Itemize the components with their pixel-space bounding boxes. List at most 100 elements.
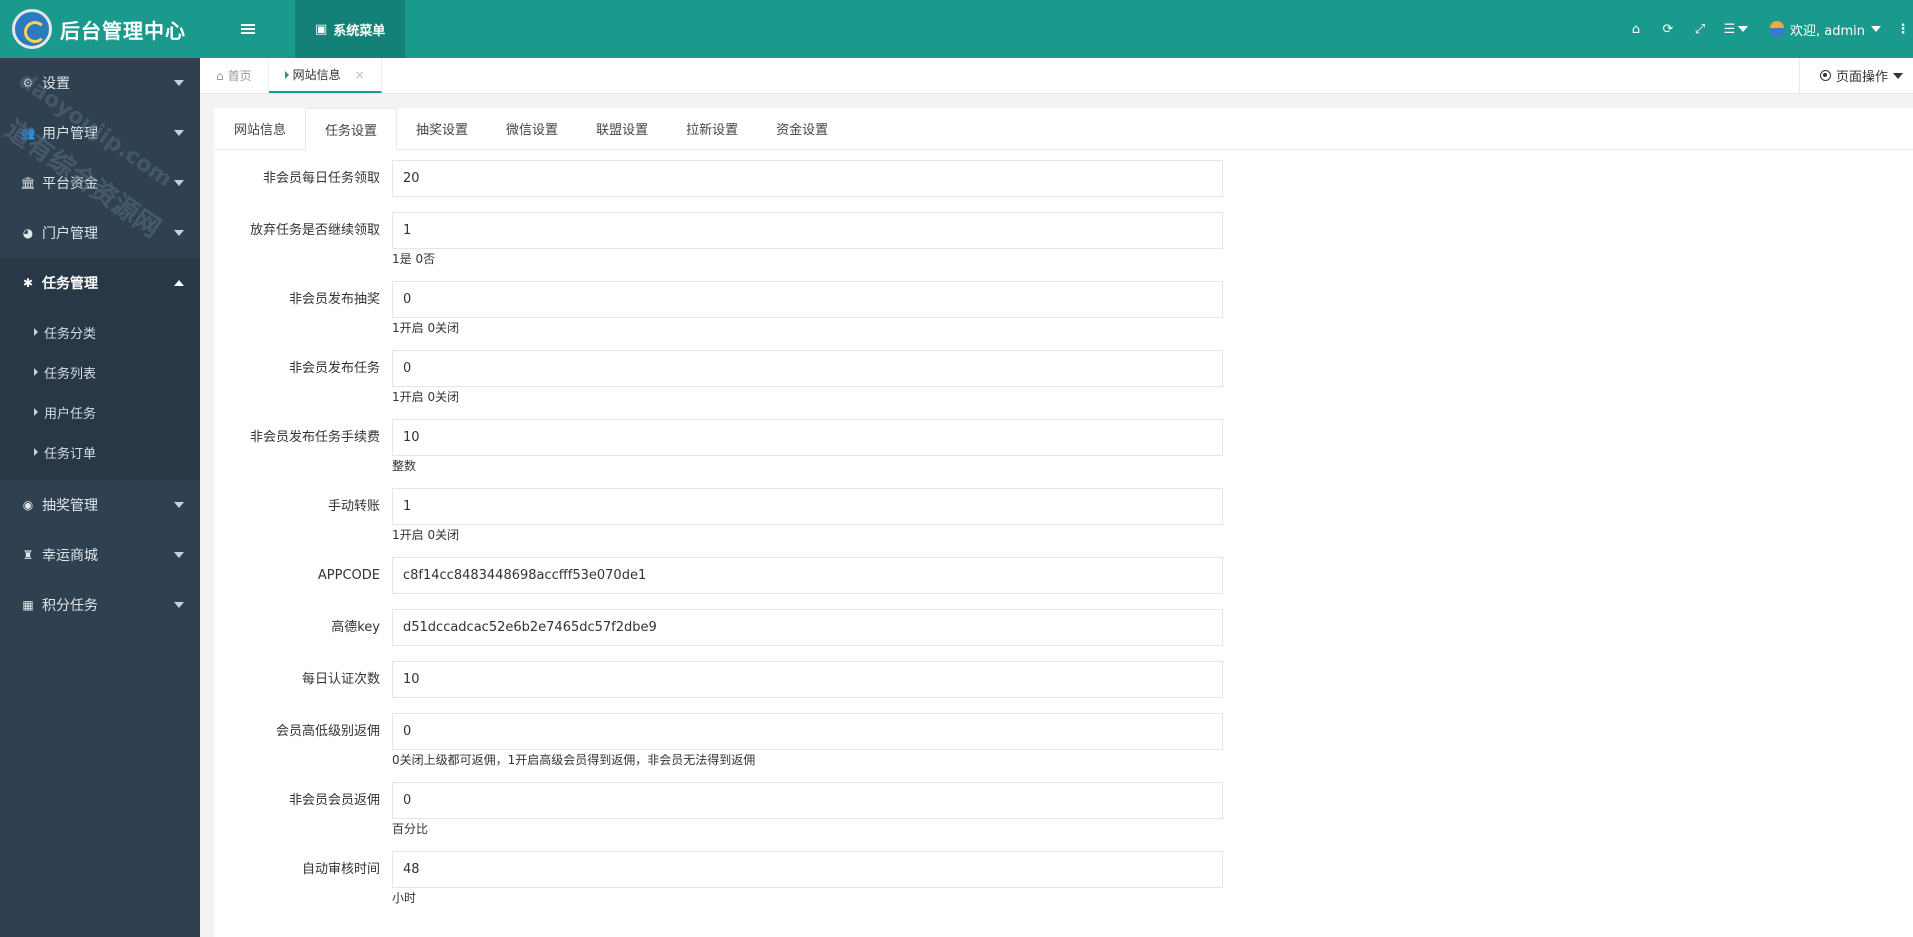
user-menu-button[interactable]: 欢迎, admin xyxy=(1756,20,1893,39)
sidebar-item-settings[interactable]: ⚙ 设置 xyxy=(0,58,200,108)
chevron-down-icon xyxy=(1871,26,1881,32)
page-tab-site-info[interactable]: 网站信息 × xyxy=(268,58,382,93)
more-vertical-icon[interactable]: ⋮ xyxy=(1893,22,1913,37)
nonmember-task-fee-input[interactable] xyxy=(392,419,1223,456)
sidebar-item-portal[interactable]: ◕ 门户管理 xyxy=(0,208,200,258)
field-label: 非会员发布任务手续费 xyxy=(249,430,380,445)
nonmember-daily-task-limit-input[interactable] xyxy=(392,160,1223,197)
contact-card-icon: ▣ xyxy=(315,21,328,37)
page-operations-label: 页面操作 xyxy=(1835,70,1888,85)
form-row: 每日认证次数 xyxy=(214,661,1913,698)
chevron-down-icon xyxy=(174,502,184,508)
home-icon[interactable]: ⌂ xyxy=(1620,22,1652,37)
sidebar-item-lucky-shop[interactable]: ♜ 幸运商城 xyxy=(0,530,200,580)
submenu-item-task-category[interactable]: 任务分类 xyxy=(0,312,200,352)
app-logo[interactable]: 后台管理中心 xyxy=(0,0,200,58)
field-hint: 整数 xyxy=(392,459,417,473)
tabs-spacer xyxy=(382,58,1799,93)
field-hint: 小时 xyxy=(392,891,417,905)
sidebar-item-funds[interactable]: 🏛 平台资金 xyxy=(0,158,200,208)
nonmember-commission-input[interactable] xyxy=(392,782,1223,819)
submenu-item-label: 任务列表 xyxy=(44,366,97,382)
page-tab-label: 网站信息 xyxy=(292,68,341,82)
daily-verification-count-input[interactable] xyxy=(392,661,1223,698)
amap-key-input[interactable] xyxy=(392,609,1223,646)
sidebar-item-label: 用户管理 xyxy=(42,126,98,142)
tab-task-settings[interactable]: 任务设置 xyxy=(305,108,398,150)
menu-toggle-icon xyxy=(240,24,255,34)
page-tab-home[interactable]: ⌂ 首页 xyxy=(200,58,269,93)
menu-dropdown-button[interactable]: ☰ xyxy=(1716,22,1756,37)
chevron-down-icon xyxy=(1893,72,1903,79)
abandon-task-reclaim-input[interactable] xyxy=(392,212,1223,249)
tab-lottery-settings[interactable]: 抽奖设置 xyxy=(397,108,487,149)
form-row: 放弃任务是否继续领取 1是 0否 xyxy=(214,212,1913,266)
nonmember-publish-task-input[interactable] xyxy=(392,350,1223,387)
list-icon: ☰ xyxy=(1723,21,1736,37)
field-wrapper: 1开启 0关闭 xyxy=(392,488,1223,542)
caret-right-icon xyxy=(34,448,38,456)
field-hint: 0关闭上级都可返佣，1开启高级会员得到返佣，非会员无法得到返佣 xyxy=(392,753,756,767)
chevron-down-icon xyxy=(174,602,184,608)
caret-right-icon xyxy=(34,408,38,416)
sidebar-item-points-tasks[interactable]: ▦ 积分任务 xyxy=(0,580,200,630)
submenu-item-task-orders[interactable]: 任务订单 xyxy=(0,432,200,472)
close-icon[interactable]: × xyxy=(355,68,365,82)
tab-alliance-settings[interactable]: 联盟设置 xyxy=(577,108,667,149)
globe-icon: ◕ xyxy=(22,226,34,240)
form-row: 非会员每日任务领取 xyxy=(214,160,1913,197)
users-icon: 👥 xyxy=(20,126,36,140)
form-row: 会员高低级别返佣 0关闭上级都可返佣，1开启高级会员得到返佣，非会员无法得到返佣 xyxy=(214,713,1913,767)
tasks-submenu-wrapper: 任务分类 任务列表 用户任务 任务订单 xyxy=(0,308,200,480)
fullscreen-icon[interactable]: ⤢ xyxy=(1684,22,1716,37)
system-menu-label: 系统菜单 xyxy=(333,23,386,39)
sidebar-item-label: 平台资金 xyxy=(42,176,98,192)
topbar: ▣ 系统菜单 ⌂ ⟳ ⤢ ☰ 欢迎, admin ⋮ xyxy=(200,0,1913,58)
tab-site-info[interactable]: 网站信息 xyxy=(215,108,305,149)
field-hint: 百分比 xyxy=(392,822,429,836)
appcode-input[interactable] xyxy=(392,557,1223,594)
system-menu-button[interactable]: ▣ 系统菜单 xyxy=(295,0,406,58)
chevron-down-icon xyxy=(174,180,184,186)
field-hint: 1开启 0关闭 xyxy=(392,321,460,335)
chevron-down-icon xyxy=(174,130,184,136)
nonmember-publish-lottery-input[interactable] xyxy=(392,281,1223,318)
form-row: 非会员发布任务手续费 整数 xyxy=(214,419,1913,473)
field-label: 非会员会员返佣 xyxy=(288,793,380,808)
submenu-item-user-tasks[interactable]: 用户任务 xyxy=(0,392,200,432)
field-label: 非会员发布任务 xyxy=(288,361,380,376)
tab-wechat-settings[interactable]: 微信设置 xyxy=(487,108,577,149)
shop-icon: ♜ xyxy=(22,548,34,562)
sidebar-item-lottery[interactable]: ◉ 抽奖管理 xyxy=(0,480,200,530)
field-hint: 1开启 0关闭 xyxy=(392,390,460,404)
field-wrapper xyxy=(392,661,1223,698)
app-title: 后台管理中心 xyxy=(60,18,186,43)
tasks-submenu: 任务分类 任务列表 用户任务 任务订单 xyxy=(0,308,200,480)
tab-fund-settings[interactable]: 资金设置 xyxy=(757,108,847,149)
manual-transfer-input[interactable] xyxy=(392,488,1223,525)
submenu-item-label: 用户任务 xyxy=(44,406,97,422)
caret-right-icon xyxy=(284,70,289,79)
page-operations-button[interactable]: 页面操作 xyxy=(1798,58,1913,93)
grid-icon: ▦ xyxy=(22,598,34,612)
chevron-up-icon xyxy=(174,280,184,286)
tab-referral-settings[interactable]: 拉新设置 xyxy=(667,108,757,149)
submenu-item-label: 任务订单 xyxy=(44,446,97,462)
field-label: 非会员每日任务领取 xyxy=(262,171,380,186)
sidebar-item-tasks[interactable]: ✱ 任务管理 xyxy=(0,258,200,308)
sidebar-item-label: 幸运商城 xyxy=(42,548,98,564)
form-row: APPCODE xyxy=(214,557,1913,594)
field-wrapper xyxy=(392,609,1223,646)
field-wrapper: 小时 xyxy=(392,851,1223,905)
chevron-down-icon xyxy=(1738,26,1749,32)
field-label: 手动转账 xyxy=(327,499,380,514)
sidebar-toggle-button[interactable] xyxy=(200,0,295,58)
field-wrapper: 1开启 0关闭 xyxy=(392,281,1223,335)
bug-icon: ✱ xyxy=(22,276,34,290)
member-level-commission-input[interactable] xyxy=(392,713,1223,750)
refresh-icon[interactable]: ⟳ xyxy=(1652,22,1684,37)
sidebar-item-users[interactable]: 👥 用户管理 xyxy=(0,108,200,158)
field-wrapper xyxy=(392,160,1223,197)
submenu-item-task-list[interactable]: 任务列表 xyxy=(0,352,200,392)
auto-review-time-input[interactable] xyxy=(392,851,1223,888)
